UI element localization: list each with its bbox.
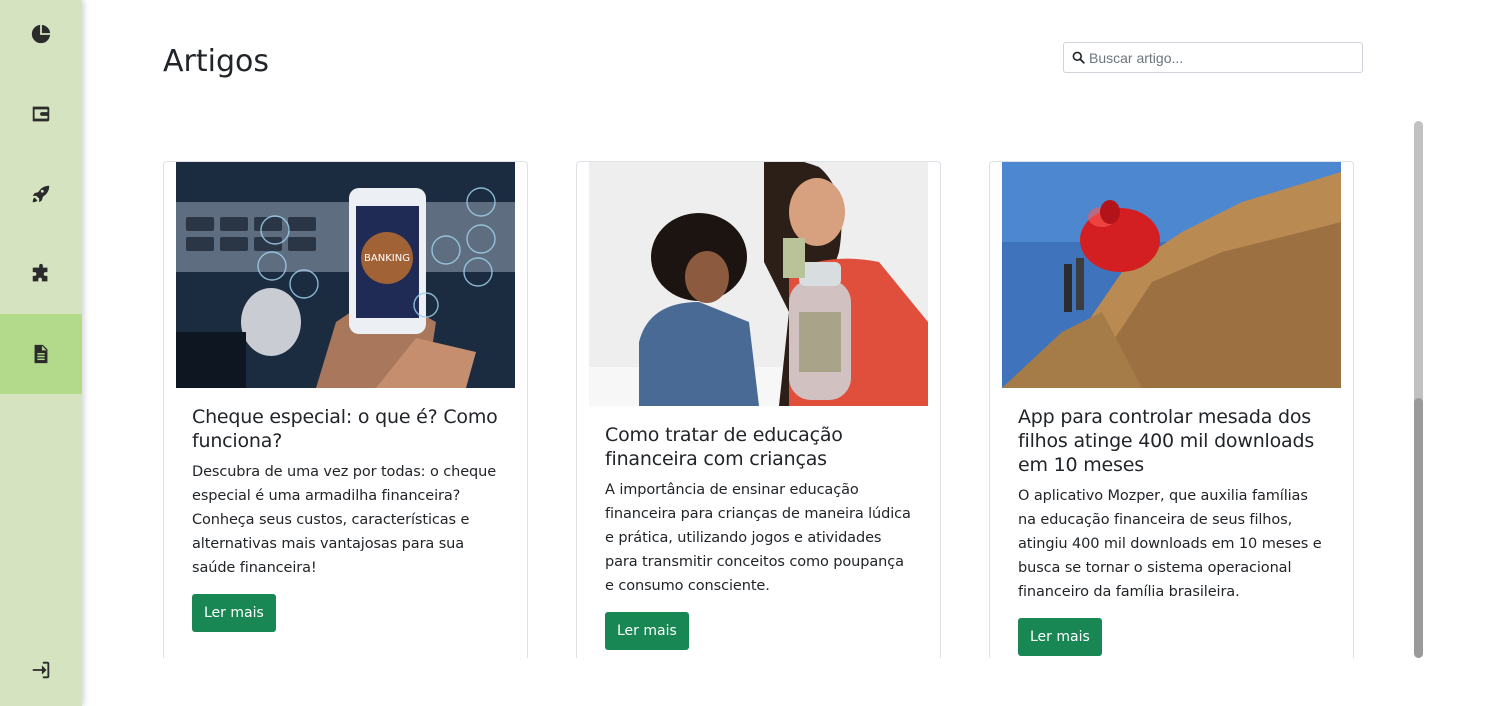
search-icon — [1072, 51, 1085, 64]
article-summary: O aplicativo Mozper, que auxilia família… — [1018, 488, 1322, 600]
article-title: App para controlar mesada dos filhos ati… — [1018, 406, 1315, 476]
sidebar-item-articles[interactable] — [0, 314, 82, 394]
article-title: Como tratar de educação financeira com c… — [605, 424, 843, 470]
article-summary: Descubra de uma vez por todas: o cheque … — [192, 464, 497, 576]
article-card-body: App para controlar mesada dos filhos ati… — [1018, 405, 1330, 656]
article-image-banking: BANKING — [176, 162, 515, 388]
sidebar-item-integrations[interactable] — [0, 234, 82, 314]
read-more-button[interactable]: Ler mais — [605, 612, 689, 650]
article-summary: A importância de ensinar educação financ… — [605, 482, 911, 594]
article-image-kids-saving — [589, 162, 928, 406]
article-card: App para controlar mesada dos filhos ati… — [989, 161, 1354, 658]
wallet-icon — [32, 106, 50, 122]
article-image-piggy-bank-hill — [1002, 162, 1341, 388]
rocket-icon — [32, 185, 50, 203]
puzzle-icon — [32, 263, 48, 282]
article-card: Como tratar de educação financeira com c… — [576, 161, 941, 658]
sign-out-icon — [32, 661, 50, 679]
article-card: BANKING Cheque especial: o que é? Como f… — [163, 161, 528, 658]
file-text-icon — [34, 344, 48, 364]
sidebar-item-goals[interactable] — [0, 154, 82, 234]
sidebar — [0, 0, 82, 706]
article-card-body: Como tratar de educação financeira com c… — [605, 423, 917, 650]
sidebar-item-dashboard[interactable] — [0, 0, 82, 74]
read-more-button[interactable]: Ler mais — [1018, 618, 1102, 656]
logout-button[interactable] — [0, 630, 82, 706]
search-input[interactable] — [1089, 49, 1349, 66]
read-more-button[interactable]: Ler mais — [192, 594, 276, 632]
scrollbar-thumb[interactable] — [1414, 398, 1423, 658]
article-title: Cheque especial: o que é? Como funciona? — [192, 406, 498, 452]
pie-chart-icon — [31, 24, 51, 44]
page-title: Artigos — [163, 44, 269, 79]
image-banking-label: BANKING — [364, 253, 410, 264]
sidebar-item-wallet[interactable] — [0, 74, 82, 154]
article-card-body: Cheque especial: o que é? Como funciona?… — [192, 405, 504, 632]
scrollbar-track[interactable] — [1414, 121, 1423, 658]
search-box[interactable] — [1063, 42, 1363, 73]
